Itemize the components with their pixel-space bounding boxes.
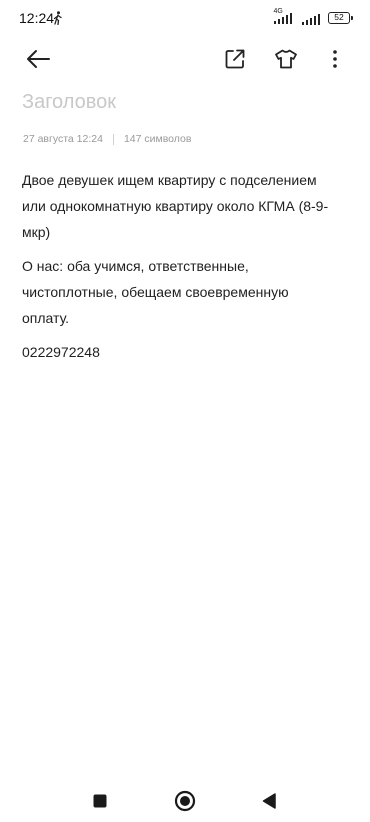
more-options-button[interactable] [319,43,351,75]
home-circle-icon [174,790,196,812]
battery-icon: 52 [328,12,353,24]
status-time: 12:24 [19,10,55,26]
tshirt-theme-icon [275,49,297,69]
note-paragraph: Двое девушек ищем квартиру с подселением… [22,167,352,245]
activity-walk-icon [53,11,62,25]
recents-button[interactable] [88,789,112,813]
arrow-left-icon [27,50,50,68]
note-char-count: 147 символов [123,133,192,145]
note-meta: 27 августа 12:24 147 символов [23,133,191,145]
share-external-icon [225,49,245,69]
note-line: Двое девушек ищем квартиру с подселением [22,172,317,188]
note-line: чистоплотные, обещаем своевременную [22,284,289,300]
note-body-editor[interactable]: Двое девушек ищем квартиру с подселением… [22,167,352,373]
note-title-input[interactable]: Заголовок [22,91,116,114]
share-button[interactable] [219,43,251,75]
note-paragraph: 0222972248 [22,339,352,365]
status-bar: 12:24 4G 52 [0,0,370,36]
note-line: О нас: оба учимся, ответственные, [22,258,249,274]
note-paragraph: О нас: оба учимся, ответственные, чистоп… [22,253,352,331]
system-back-button[interactable] [257,789,281,813]
battery-level: 52 [334,12,344,22]
recents-square-icon [93,794,107,808]
meta-divider [112,133,114,145]
navigation-bar [0,780,370,822]
back-triangle-icon [262,793,276,809]
note-line: оплату. [22,310,70,326]
cellular-signal-icon: 4G [273,8,296,26]
note-date: 27 августа 12:24 [23,133,103,145]
back-button[interactable] [22,43,54,75]
theme-button[interactable] [270,43,302,75]
note-phone-number: 0222972248 [22,344,100,360]
home-button[interactable] [173,789,197,813]
note-toolbar [0,36,370,82]
status-icons: 4G 52 [273,8,353,26]
cellular-signal-2-icon [301,14,320,25]
more-vertical-icon [333,50,337,68]
note-line: мкр) [22,224,51,240]
note-line: или однокомнатную квартиру около КГМА (8… [22,198,329,214]
network-type-label: 4G [273,8,283,15]
